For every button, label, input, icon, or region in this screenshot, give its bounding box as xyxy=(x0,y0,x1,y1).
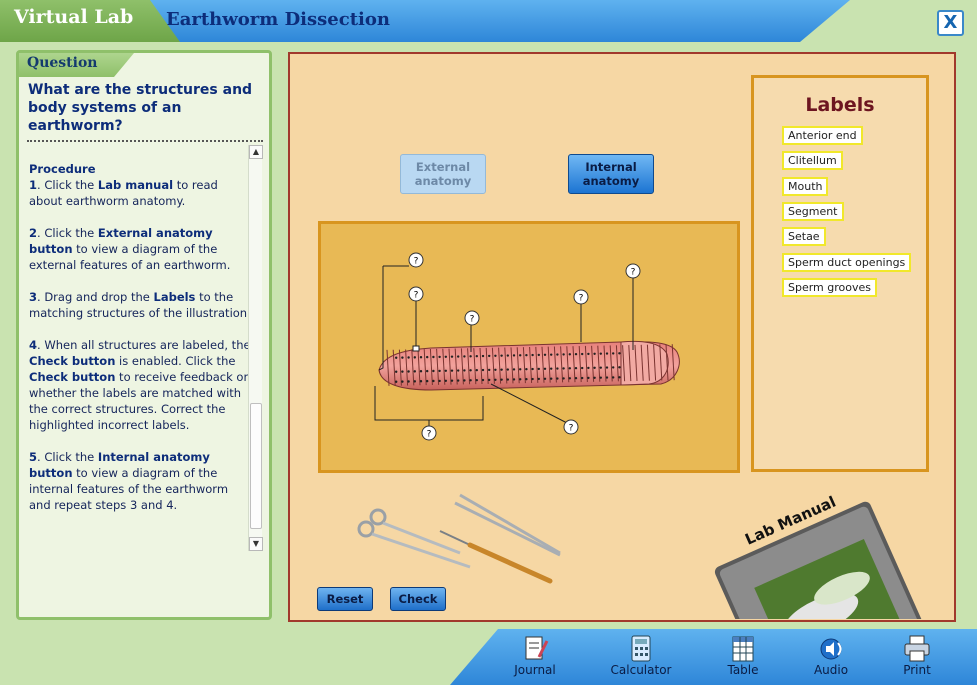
marker-text: ? xyxy=(579,294,584,304)
toolbar-label: Print xyxy=(903,663,931,677)
procedure-heading: Procedure xyxy=(29,162,96,176)
step-text: is enabled. Click the xyxy=(115,354,236,368)
page-title: Earthworm Dissection xyxy=(166,9,390,30)
procedure-steps: 1. Click the Lab manual to read about ea… xyxy=(29,177,251,513)
step-text: Click the xyxy=(44,178,98,192)
step-emphasis: Lab manual xyxy=(97,178,174,192)
procedure-scrollbar[interactable]: ▲ ▼ xyxy=(248,145,263,551)
brand-title: Virtual Lab xyxy=(14,6,134,28)
label-chip[interactable]: Segment xyxy=(782,201,844,221)
marker-text: ? xyxy=(414,291,419,301)
scroll-down-button[interactable]: ▼ xyxy=(249,537,263,551)
label-chip[interactable]: Clitellum xyxy=(782,151,843,171)
toolbar-label: Table xyxy=(727,663,759,677)
scroll-up-button[interactable]: ▲ xyxy=(249,145,263,159)
procedure-step: 5. Click the Internal anatomy button to … xyxy=(29,450,229,512)
lab-manual-icon[interactable]: Lab Manual xyxy=(705,479,955,619)
step-number: 4 xyxy=(29,338,38,352)
marker-text: ? xyxy=(414,257,419,267)
close-icon: X xyxy=(943,12,958,33)
label-chip[interactable]: Mouth xyxy=(782,176,829,196)
title-banner: Earthworm Dissection xyxy=(150,0,850,42)
labels-panel: Labels Anterior end Clitellum Mouth Segment… xyxy=(751,75,929,472)
lab-workspace: External anatomy Internal anatomy ? ? ? … xyxy=(288,52,956,622)
bottom-toolbar: Journal Calculator Table Audio Print xyxy=(450,629,977,685)
step-emphasis: Check button xyxy=(29,370,116,384)
dissection-tools xyxy=(357,493,561,584)
earthworm-diagram: ??????? xyxy=(318,221,740,473)
label-chip[interactable]: Setae xyxy=(782,227,826,247)
step-number: 2 xyxy=(29,226,38,240)
marker-text: ? xyxy=(427,430,432,440)
label-chip[interactable]: Sperm grooves xyxy=(782,277,878,297)
marker-text: ? xyxy=(569,424,574,434)
question-tab-label: Question xyxy=(27,55,98,71)
audio-icon xyxy=(820,638,842,660)
procedure-text: Procedure 1. Click the Lab manual to rea… xyxy=(29,161,251,561)
question-text: What are the structures and body systems… xyxy=(28,82,253,134)
toolbar-label: Audio xyxy=(813,663,849,677)
labels-title: Labels xyxy=(805,94,875,116)
step-number: 1 xyxy=(29,178,38,192)
procedure-step: 2. Click the External anatomy button to … xyxy=(29,226,231,272)
header-bar: Virtual Lab Earthworm Dissection X xyxy=(0,0,977,44)
drop-target-marker[interactable]: ? xyxy=(573,289,589,305)
step-number: 5 xyxy=(29,450,38,464)
step-text: When all structures are labeled, the xyxy=(44,338,251,352)
step-text: Click the xyxy=(44,226,98,240)
toolbar-label: Calculator xyxy=(610,663,672,677)
internal-anatomy-button[interactable]: Internal anatomy xyxy=(568,154,654,194)
toolbar-print-button[interactable]: Print xyxy=(882,633,952,677)
step-number: 3 xyxy=(29,290,38,304)
toolbar-table-button[interactable]: Table xyxy=(708,633,778,677)
close-button[interactable]: X xyxy=(937,10,964,36)
toolbar-label: Journal xyxy=(514,663,556,677)
label-chip[interactable]: Anterior end xyxy=(782,126,863,145)
toolbar-audio-button[interactable]: Audio xyxy=(796,633,866,677)
earthworm-illustration: ??????? xyxy=(374,252,680,441)
journal-icon xyxy=(525,636,549,660)
procedure-step: 3. Drag and drop the Labels to the match… xyxy=(29,290,251,320)
drop-target-marker[interactable]: ? xyxy=(408,252,424,268)
step-text: Drag and drop the xyxy=(44,290,154,304)
step-emphasis: Check button xyxy=(29,354,116,368)
lab-manual-book[interactable]: Lab Manual xyxy=(705,479,955,619)
procedure-step: 1. Click the Lab manual to read about ea… xyxy=(29,178,218,208)
question-panel: Question What are the structures and bod… xyxy=(16,50,272,620)
marker-text: ? xyxy=(470,315,475,325)
print-icon xyxy=(904,635,930,662)
drop-target-marker[interactable]: ? xyxy=(421,425,437,441)
question-tab: Question xyxy=(19,53,134,77)
step-emphasis: Labels xyxy=(153,290,196,304)
check-button[interactable]: Check xyxy=(390,587,446,611)
divider xyxy=(27,140,263,142)
marker-text: ? xyxy=(631,268,636,278)
calculator-icon xyxy=(631,635,651,662)
step-text: Click the xyxy=(44,450,98,464)
drop-target-marker[interactable]: ? xyxy=(408,286,424,302)
procedure-step: 4. When all structures are labeled, the … xyxy=(29,338,251,432)
toolbar-journal-button[interactable]: Journal xyxy=(500,633,570,677)
drop-target-marker[interactable]: ? xyxy=(464,310,480,326)
scissors-icon xyxy=(357,508,471,569)
toolbar-calculator-button[interactable]: Calculator xyxy=(606,633,676,677)
table-icon xyxy=(732,636,754,662)
reset-button[interactable]: Reset xyxy=(317,587,373,611)
scroll-thumb[interactable] xyxy=(250,403,262,529)
label-chip[interactable]: Sperm duct openings xyxy=(782,252,912,272)
drop-target-marker[interactable]: ? xyxy=(563,419,579,435)
drop-target-marker[interactable]: ? xyxy=(625,263,641,279)
external-anatomy-button[interactable]: External anatomy xyxy=(400,154,486,194)
